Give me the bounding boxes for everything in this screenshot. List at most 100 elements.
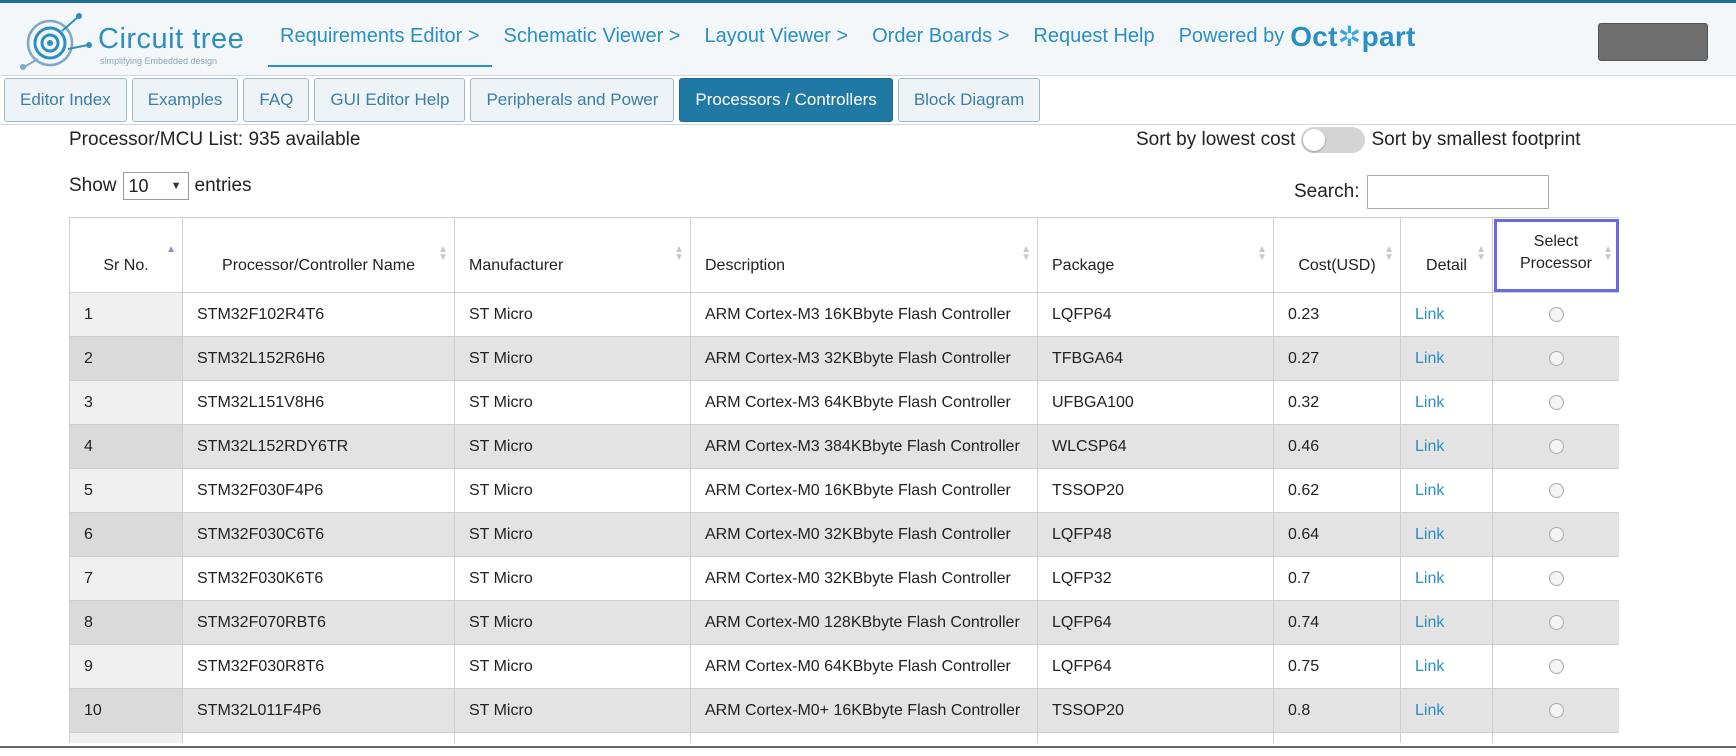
cell-manufacturer: ST Micro xyxy=(454,292,691,337)
cell-sr-no: 2 xyxy=(69,336,183,381)
cell-cost: 0.75 xyxy=(1273,644,1401,689)
sort-icon: ▲ ▼ xyxy=(1384,244,1394,263)
circuit-tree-logo[interactable]: Circuit tree simplifying Embedded design xyxy=(16,9,256,73)
cell-select-processor xyxy=(1492,556,1619,601)
col-header-cost[interactable]: Cost(USD) ▲ ▼ xyxy=(1273,217,1401,293)
detail-link[interactable]: Link xyxy=(1415,526,1444,543)
cell-detail: Link xyxy=(1400,292,1493,337)
select-processor-radio[interactable] xyxy=(1548,350,1564,366)
detail-link[interactable]: Link xyxy=(1415,438,1444,455)
col-header-sr-no[interactable]: Sr No. ▲ xyxy=(69,217,183,293)
nav-schematic-viewer[interactable]: Schematic Viewer > xyxy=(492,3,693,67)
powered-by-octopart[interactable]: Powered by Oct✲part xyxy=(1167,3,1428,69)
table-row-partial xyxy=(69,732,1619,743)
table-row: 9 STM32F030R8T6 ST Micro ARM Cortex-M0 64KB… xyxy=(69,644,1619,689)
select-processor-radio[interactable] xyxy=(1548,394,1564,410)
tabs-divider xyxy=(0,124,1736,125)
detail-link[interactable]: Link xyxy=(1415,702,1444,719)
cell-select-processor xyxy=(1492,688,1619,733)
editor-tabs: Editor Index Examples FAQ GUI Editor Hel… xyxy=(4,78,1041,122)
table-header-row: Sr No. ▲ Processor/Controller Name ▲ ▼ Manu… xyxy=(69,217,1619,293)
tab-editor-index[interactable]: Editor Index xyxy=(4,78,127,122)
circuit-tree-logo-icon xyxy=(20,13,92,70)
cell-sr-no: 6 xyxy=(69,512,183,557)
select-processor-radio[interactable] xyxy=(1548,570,1564,586)
cell-sr-no: 8 xyxy=(69,600,183,645)
cell-manufacturer: ST Micro xyxy=(454,468,691,513)
cell-select-processor xyxy=(1492,468,1619,513)
cell-description: ARM Cortex-M3 64KBbyte Flash Controller xyxy=(690,380,1038,425)
sort-icon: ▲ ▼ xyxy=(1257,244,1267,263)
cell-detail: Link xyxy=(1400,556,1493,601)
col-header-package[interactable]: Package ▲ ▼ xyxy=(1037,217,1274,293)
sort-icon: ▲ ▼ xyxy=(1476,244,1486,263)
col-header-select-processor[interactable]: Select Processor ▲ ▼ xyxy=(1492,217,1619,293)
select-processor-radio[interactable] xyxy=(1548,306,1564,322)
col-header-label: Description xyxy=(705,257,786,274)
nav-requirements-editor[interactable]: Requirements Editor > xyxy=(268,3,492,67)
detail-link[interactable]: Link xyxy=(1415,394,1444,411)
cell-cost: 0.32 xyxy=(1273,380,1401,425)
detail-link[interactable]: Link xyxy=(1415,570,1444,587)
nav-layout-viewer[interactable]: Layout Viewer > xyxy=(692,3,860,67)
cell-package: UFBGA100 xyxy=(1037,380,1274,425)
tab-processors-controllers[interactable]: Processors / Controllers xyxy=(679,78,893,122)
cell-package: TSSOP20 xyxy=(1037,468,1274,513)
cell-processor-name: STM32L151V8H6 xyxy=(182,380,455,425)
detail-link[interactable]: Link xyxy=(1415,482,1444,499)
select-processor-radio[interactable] xyxy=(1548,614,1564,630)
detail-link[interactable]: Link xyxy=(1415,614,1444,631)
cell-select-processor xyxy=(1492,424,1619,469)
select-processor-radio[interactable] xyxy=(1548,702,1564,718)
col-header-label: Select Processor xyxy=(1519,233,1593,272)
detail-link[interactable]: Link xyxy=(1415,658,1444,675)
col-header-label: Sr No. xyxy=(103,257,149,274)
tab-gui-editor-help[interactable]: GUI Editor Help xyxy=(314,78,466,122)
sort-toggle-switch[interactable] xyxy=(1301,127,1366,153)
detail-link[interactable]: Link xyxy=(1415,350,1444,367)
cell-select-processor xyxy=(1492,336,1619,381)
cell-select-processor xyxy=(1492,644,1619,689)
tab-block-diagram[interactable]: Block Diagram xyxy=(897,78,1041,122)
col-header-processor-name[interactable]: Processor/Controller Name ▲ ▼ xyxy=(182,217,455,293)
nav-request-help[interactable]: Request Help xyxy=(1021,3,1166,67)
cell-description: ARM Cortex-M0 32KBbyte Flash Controller xyxy=(690,512,1038,557)
cell-description: ARM Cortex-M3 384KBbyte Flash Controller xyxy=(690,424,1038,469)
cell-description: ARM Cortex-M0 32KBbyte Flash Controller xyxy=(690,556,1038,601)
select-processor-radio[interactable] xyxy=(1548,658,1564,674)
cell-sr-no: 1 xyxy=(69,292,183,337)
cell-description: ARM Cortex-M3 16KBbyte Flash Controller xyxy=(690,292,1038,337)
select-processor-radio[interactable] xyxy=(1548,438,1564,454)
cell-manufacturer: ST Micro xyxy=(454,600,691,645)
select-processor-radio[interactable] xyxy=(1548,482,1564,498)
tab-faq[interactable]: FAQ xyxy=(243,78,310,122)
nav-order-boards[interactable]: Order Boards > xyxy=(860,3,1021,67)
cell-processor-name: STM32F070RBT6 xyxy=(182,600,455,645)
sort-toggle-knob xyxy=(1303,129,1326,151)
col-header-detail[interactable]: Detail ▲ ▼ xyxy=(1400,217,1493,293)
sort-lowest-cost-label: Sort by lowest cost xyxy=(1136,129,1296,150)
search-input[interactable] xyxy=(1367,175,1550,209)
cell-package: LQFP64 xyxy=(1037,600,1274,645)
cell-manufacturer: ST Micro xyxy=(454,556,691,601)
account-button[interactable] xyxy=(1598,23,1708,61)
select-processor-radio[interactable] xyxy=(1548,526,1564,542)
col-header-description[interactable]: Description ▲ ▼ xyxy=(690,217,1038,293)
top-navbar: Circuit tree simplifying Embedded design… xyxy=(0,0,1736,76)
cell-manufacturer: ST Micro xyxy=(454,512,691,557)
octopart-gear-icon: ✲ xyxy=(1337,20,1362,52)
cell-cost: 0.7 xyxy=(1273,556,1401,601)
cell-description: ARM Cortex-M3 32KBbyte Flash Controller xyxy=(690,336,1038,381)
cell-cost: 0.62 xyxy=(1273,468,1401,513)
sort-toggle-row: Sort by lowest cost Sort by smallest foo… xyxy=(1136,127,1581,153)
cell-processor-name: STM32F030F4P6 xyxy=(182,468,455,513)
col-header-manufacturer[interactable]: Manufacturer ▲ ▼ xyxy=(454,217,691,293)
entries-per-page-select[interactable]: 10 ▼ xyxy=(122,172,189,200)
cell-select-processor xyxy=(1492,512,1619,557)
tab-examples[interactable]: Examples xyxy=(131,78,239,122)
tab-peripherals-and-power[interactable]: Peripherals and Power xyxy=(470,78,675,122)
detail-link[interactable]: Link xyxy=(1415,306,1444,323)
cell-package: LQFP32 xyxy=(1037,556,1274,601)
cell-empty xyxy=(454,732,691,743)
cell-cost: 0.64 xyxy=(1273,512,1401,557)
